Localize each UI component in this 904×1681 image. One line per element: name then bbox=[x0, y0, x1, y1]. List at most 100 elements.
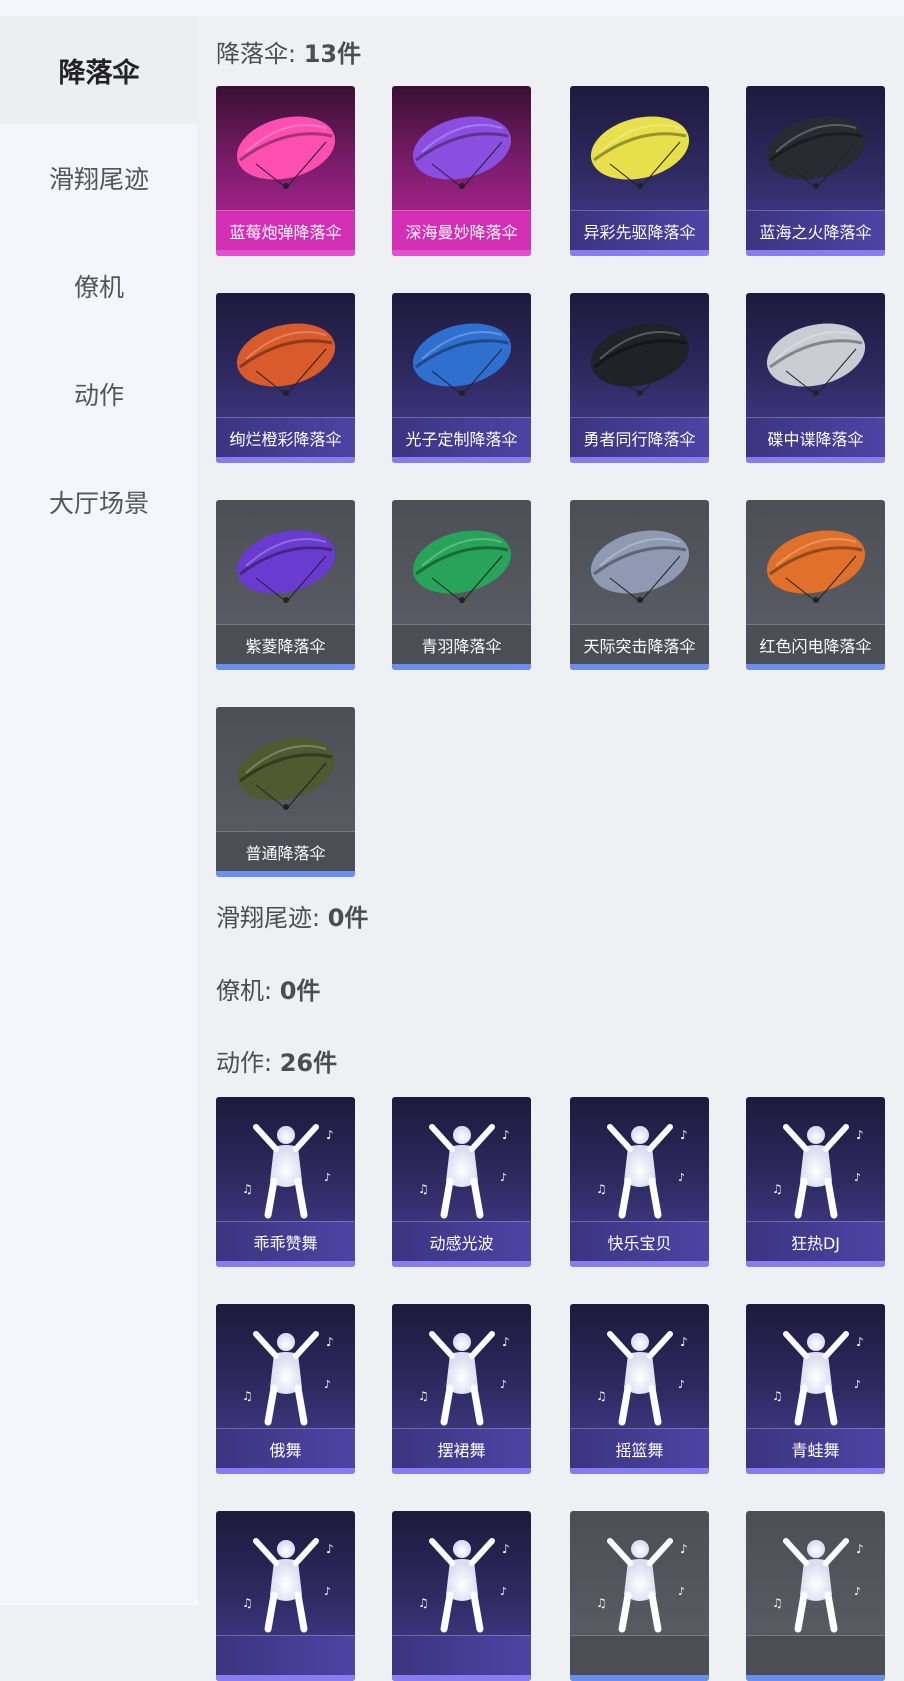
sidebar-item-trail[interactable]: 滑翔尾迹 bbox=[0, 124, 198, 232]
parachute-name: 紫菱降落伞 bbox=[216, 624, 355, 665]
emote-name bbox=[216, 1635, 355, 1676]
parachute-card[interactable]: 绚烂橙彩降落伞 bbox=[216, 293, 355, 463]
sidebar-item-lobby-scene[interactable]: 大厅场景 bbox=[0, 448, 198, 556]
svg-text:♪: ♪ bbox=[854, 1171, 861, 1184]
svg-text:♪: ♪ bbox=[326, 1542, 334, 1556]
parachute-card[interactable]: 天际突击降落伞 bbox=[570, 500, 709, 670]
svg-text:♪: ♪ bbox=[326, 1335, 334, 1349]
emote-name: 俄舞 bbox=[216, 1428, 355, 1469]
rarity-bar bbox=[216, 1675, 355, 1681]
parachute-card[interactable]: 深海曼妙降落伞 bbox=[392, 86, 531, 256]
emote-card[interactable]: ♪ ♫ ♪ 摆裙舞 bbox=[392, 1304, 531, 1474]
svg-text:♫: ♫ bbox=[242, 1389, 253, 1403]
emote-card[interactable]: ♪ ♫ ♪ bbox=[746, 1511, 885, 1681]
category-sidebar: 降落伞 滑翔尾迹 僚机 动作 大厅场景 bbox=[0, 16, 198, 1605]
parachute-artwork bbox=[392, 293, 531, 417]
svg-text:♪: ♪ bbox=[500, 1171, 507, 1184]
parachute-name: 天际突击降落伞 bbox=[570, 624, 709, 665]
svg-text:♪: ♪ bbox=[854, 1378, 861, 1391]
parachute-name: 蓝海之火降落伞 bbox=[746, 210, 885, 251]
section-title-wingman: 僚机: 0件 bbox=[216, 977, 321, 1005]
parachute-card[interactable]: 光子定制降落伞 bbox=[392, 293, 531, 463]
rarity-bar bbox=[392, 1675, 531, 1681]
rarity-bar bbox=[746, 664, 885, 670]
emote-card[interactable]: ♪ ♫ ♪ 摇篮舞 bbox=[570, 1304, 709, 1474]
emote-artwork: ♪ ♫ ♪ bbox=[392, 1304, 531, 1428]
svg-text:♫: ♫ bbox=[772, 1596, 783, 1610]
emote-card[interactable]: ♪ ♫ ♪ 乖乖赞舞 bbox=[216, 1097, 355, 1267]
emote-card[interactable]: ♪ ♫ ♪ 快乐宝贝 bbox=[570, 1097, 709, 1267]
parachute-card[interactable]: 青羽降落伞 bbox=[392, 500, 531, 670]
parachute-name: 异彩先驱降落伞 bbox=[570, 210, 709, 251]
rarity-bar bbox=[570, 457, 709, 463]
rarity-bar bbox=[392, 664, 531, 670]
svg-text:♪: ♪ bbox=[502, 1128, 510, 1142]
sidebar-item-emote[interactable]: 动作 bbox=[0, 340, 198, 448]
svg-text:♪: ♪ bbox=[500, 1378, 507, 1391]
svg-text:♪: ♪ bbox=[326, 1128, 334, 1142]
parachute-card[interactable]: 碟中谍降落伞 bbox=[746, 293, 885, 463]
emote-card[interactable]: ♪ ♫ ♪ 动感光波 bbox=[392, 1097, 531, 1267]
inventory-content: 降落伞: 13件 蓝莓炮弹降落伞 深海曼妙降落伞 异彩先驱降落伞 蓝海之火降落伞 绚烂橙… bbox=[198, 16, 904, 1681]
parachute-card[interactable]: 红色闪电降落伞 bbox=[746, 500, 885, 670]
emote-artwork: ♪ ♫ ♪ bbox=[570, 1097, 709, 1221]
emote-card[interactable]: ♪ ♫ ♪ bbox=[570, 1511, 709, 1681]
svg-text:♫: ♫ bbox=[418, 1596, 429, 1610]
rarity-bar bbox=[570, 1675, 709, 1681]
emote-card[interactable]: ♪ ♫ ♪ bbox=[392, 1511, 531, 1681]
top-strip bbox=[0, 0, 904, 16]
parachute-artwork bbox=[216, 707, 355, 831]
emote-name: 乖乖赞舞 bbox=[216, 1221, 355, 1262]
parachute-card[interactable]: 勇者同行降落伞 bbox=[570, 293, 709, 463]
rarity-bar bbox=[746, 250, 885, 256]
emote-card[interactable]: ♪ ♫ ♪ 狂热DJ bbox=[746, 1097, 885, 1267]
rarity-bar bbox=[392, 1468, 531, 1474]
sidebar-item-wingman[interactable]: 僚机 bbox=[0, 232, 198, 340]
svg-text:♫: ♫ bbox=[242, 1182, 253, 1196]
rarity-bar bbox=[216, 1261, 355, 1267]
svg-text:♪: ♪ bbox=[502, 1335, 510, 1349]
parachute-name: 蓝莓炮弹降落伞 bbox=[216, 210, 355, 251]
rarity-bar bbox=[392, 457, 531, 463]
section-title-trail: 滑翔尾迹: 0件 bbox=[216, 904, 369, 932]
svg-text:♫: ♫ bbox=[596, 1389, 607, 1403]
emote-artwork: ♪ ♫ ♪ bbox=[746, 1304, 885, 1428]
emote-artwork: ♪ ♫ ♪ bbox=[216, 1097, 355, 1221]
emote-artwork: ♪ ♫ ♪ bbox=[746, 1097, 885, 1221]
emote-card[interactable]: ♪ ♫ ♪ bbox=[216, 1511, 355, 1681]
svg-text:♪: ♪ bbox=[324, 1585, 331, 1598]
parachute-artwork bbox=[570, 500, 709, 624]
emote-name: 快乐宝贝 bbox=[570, 1221, 709, 1262]
parachute-card[interactable]: 紫菱降落伞 bbox=[216, 500, 355, 670]
parachute-card[interactable]: 蓝海之火降落伞 bbox=[746, 86, 885, 256]
svg-text:♫: ♫ bbox=[772, 1389, 783, 1403]
svg-text:♪: ♪ bbox=[502, 1542, 510, 1556]
svg-text:♪: ♪ bbox=[500, 1585, 507, 1598]
parachute-card[interactable]: 蓝莓炮弹降落伞 bbox=[216, 86, 355, 256]
emote-name bbox=[392, 1635, 531, 1676]
parachute-name: 普通降落伞 bbox=[216, 831, 355, 872]
sidebar-item-label: 僚机 bbox=[73, 273, 124, 302]
sidebar-item-label: 动作 bbox=[73, 381, 124, 410]
svg-text:♪: ♪ bbox=[324, 1171, 331, 1184]
rarity-bar bbox=[570, 250, 709, 256]
emote-card[interactable]: ♪ ♫ ♪ 青蛙舞 bbox=[746, 1304, 885, 1474]
svg-text:♫: ♫ bbox=[596, 1596, 607, 1610]
parachute-name: 光子定制降落伞 bbox=[392, 417, 531, 458]
rarity-bar bbox=[216, 457, 355, 463]
parachute-card[interactable]: 普通降落伞 bbox=[216, 707, 355, 877]
svg-text:♪: ♪ bbox=[678, 1585, 685, 1598]
parachute-card[interactable]: 异彩先驱降落伞 bbox=[570, 86, 709, 256]
parachute-name: 碟中谍降落伞 bbox=[746, 417, 885, 458]
emote-artwork: ♪ ♫ ♪ bbox=[216, 1304, 355, 1428]
parachute-name: 深海曼妙降落伞 bbox=[392, 210, 531, 251]
emote-card[interactable]: ♪ ♫ ♪ 俄舞 bbox=[216, 1304, 355, 1474]
sidebar-item-parachute[interactable]: 降落伞 bbox=[0, 16, 198, 124]
rarity-bar bbox=[216, 1468, 355, 1474]
rarity-bar bbox=[746, 1261, 885, 1267]
parachute-artwork bbox=[570, 293, 709, 417]
svg-text:♪: ♪ bbox=[680, 1335, 688, 1349]
svg-text:♪: ♪ bbox=[856, 1128, 864, 1142]
section-title-emote: 动作: 26件 bbox=[216, 1049, 338, 1077]
svg-text:♪: ♪ bbox=[680, 1128, 688, 1142]
